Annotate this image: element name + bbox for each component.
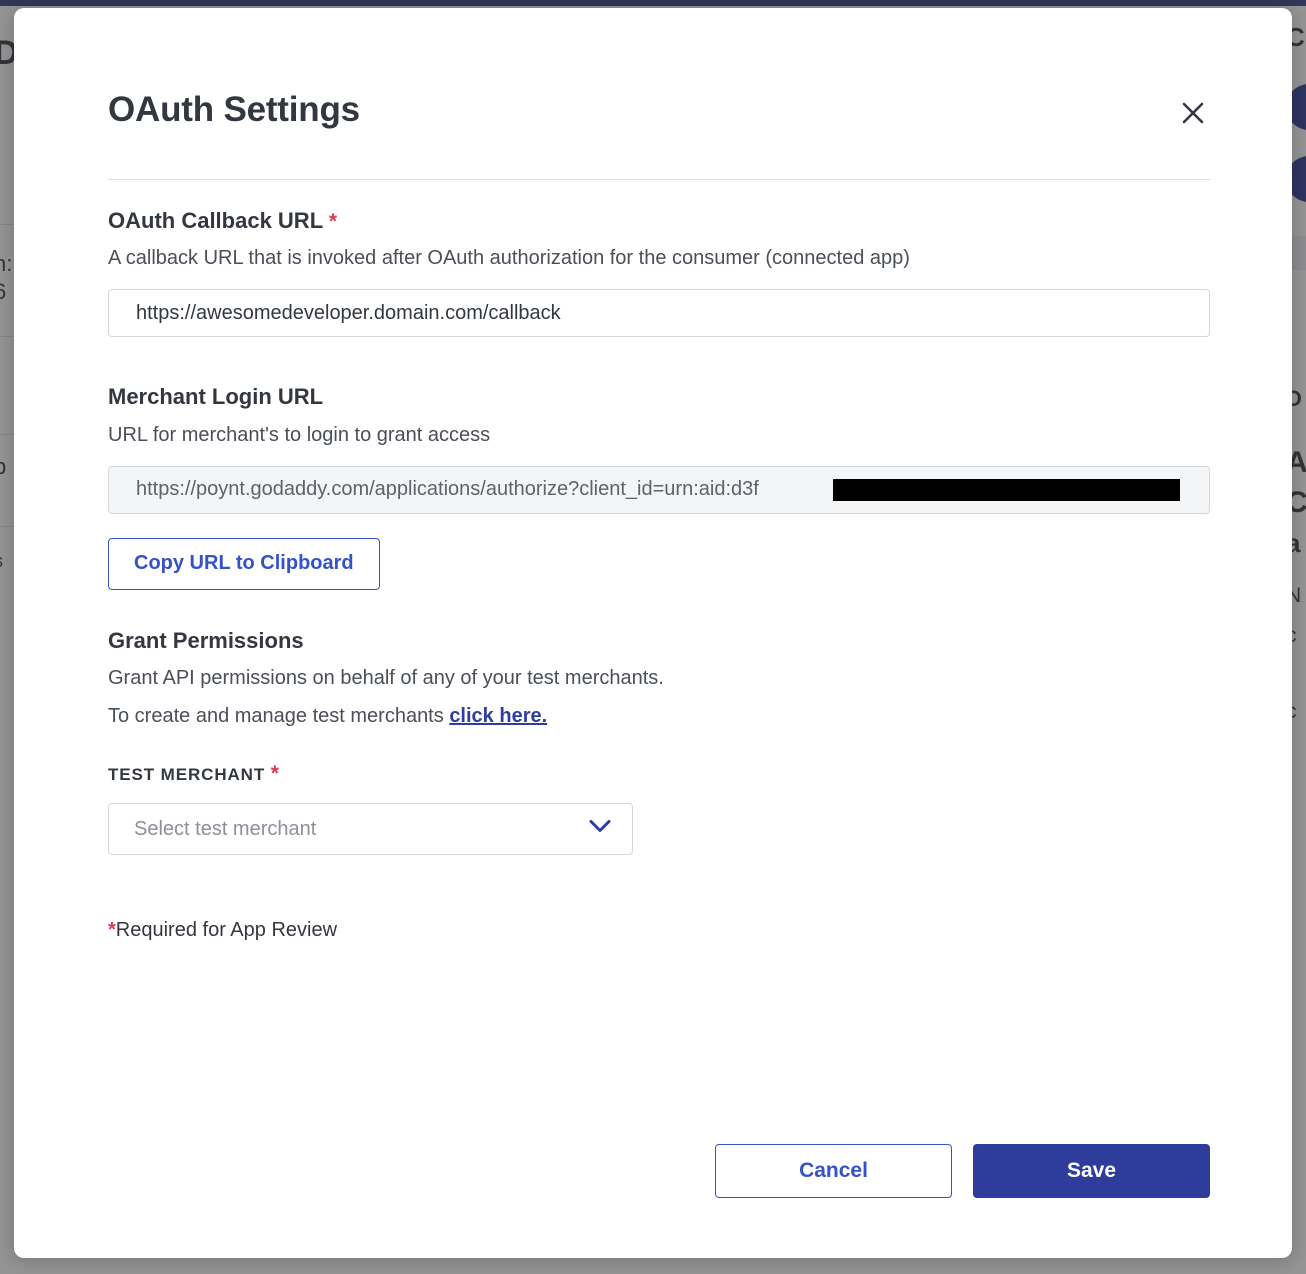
header-divider: [108, 179, 1210, 180]
field-label-text: TEST MERCHANT: [108, 765, 266, 785]
test-merchant-link-sentence: To create and manage test merchants clic…: [108, 703, 1210, 730]
merchant-login-url-field-wrap: [108, 465, 1210, 514]
oauth-callback-url-input[interactable]: [108, 289, 1210, 338]
dialog-footer: Cancel Save: [715, 1144, 1210, 1198]
field-label-test-merchant: TEST MERCHANT *: [108, 762, 1210, 786]
dialog-body: OAuth Callback URL * A callback URL that…: [108, 208, 1210, 1128]
test-merchant-select-wrap: Select test merchant: [108, 803, 633, 856]
dialog-header: OAuth Settings: [108, 92, 1210, 176]
save-button[interactable]: Save: [973, 1144, 1210, 1198]
section-title-grant-permissions: Grant Permissions: [108, 627, 304, 653]
required-asterisk: *: [328, 210, 338, 233]
cancel-button[interactable]: Cancel: [715, 1144, 952, 1198]
section-help-grant-permissions: Grant API permissions on behalf of any o…: [108, 667, 664, 690]
field-label-merchant-login-url: Merchant Login URL: [108, 384, 324, 410]
required-asterisk: *: [108, 919, 116, 942]
field-label-oauth-callback-url: OAuth Callback URL *: [108, 208, 1210, 234]
required-for-app-review-note: *Required for App Review: [108, 919, 1210, 942]
copy-url-to-clipboard-button[interactable]: Copy URL to Clipboard: [108, 537, 380, 590]
link-sentence-prefix: To create and manage test merchants: [108, 705, 450, 728]
field-oauth-callback-url: OAuth Callback URL * A callback URL that…: [108, 208, 1210, 338]
merchant-login-url-input[interactable]: [108, 465, 1210, 514]
test-merchant-select-value: Select test merchant: [134, 817, 317, 840]
page-title: OAuth Settings: [108, 90, 360, 129]
field-label-text: OAuth Callback URL: [108, 208, 323, 233]
field-help-oauth-callback-url: A callback URL that is invoked after OAu…: [108, 247, 910, 270]
section-grant-permissions: Grant Permissions Grant API permissions …: [108, 627, 1210, 856]
create-test-merchants-link[interactable]: click here.: [449, 705, 547, 727]
oauth-settings-dialog: OAuth Settings OAuth Callback URL * A ca…: [14, 8, 1292, 1258]
close-icon[interactable]: [1176, 96, 1210, 130]
field-help-merchant-login-url: URL for merchant's to login to grant acc…: [108, 423, 491, 446]
required-note-text: Required for App Review: [115, 919, 338, 942]
required-asterisk: *: [270, 762, 280, 786]
test-merchant-select[interactable]: Select test merchant: [108, 803, 633, 856]
field-merchant-login-url: Merchant Login URL URL for merchant's to…: [108, 384, 1210, 590]
